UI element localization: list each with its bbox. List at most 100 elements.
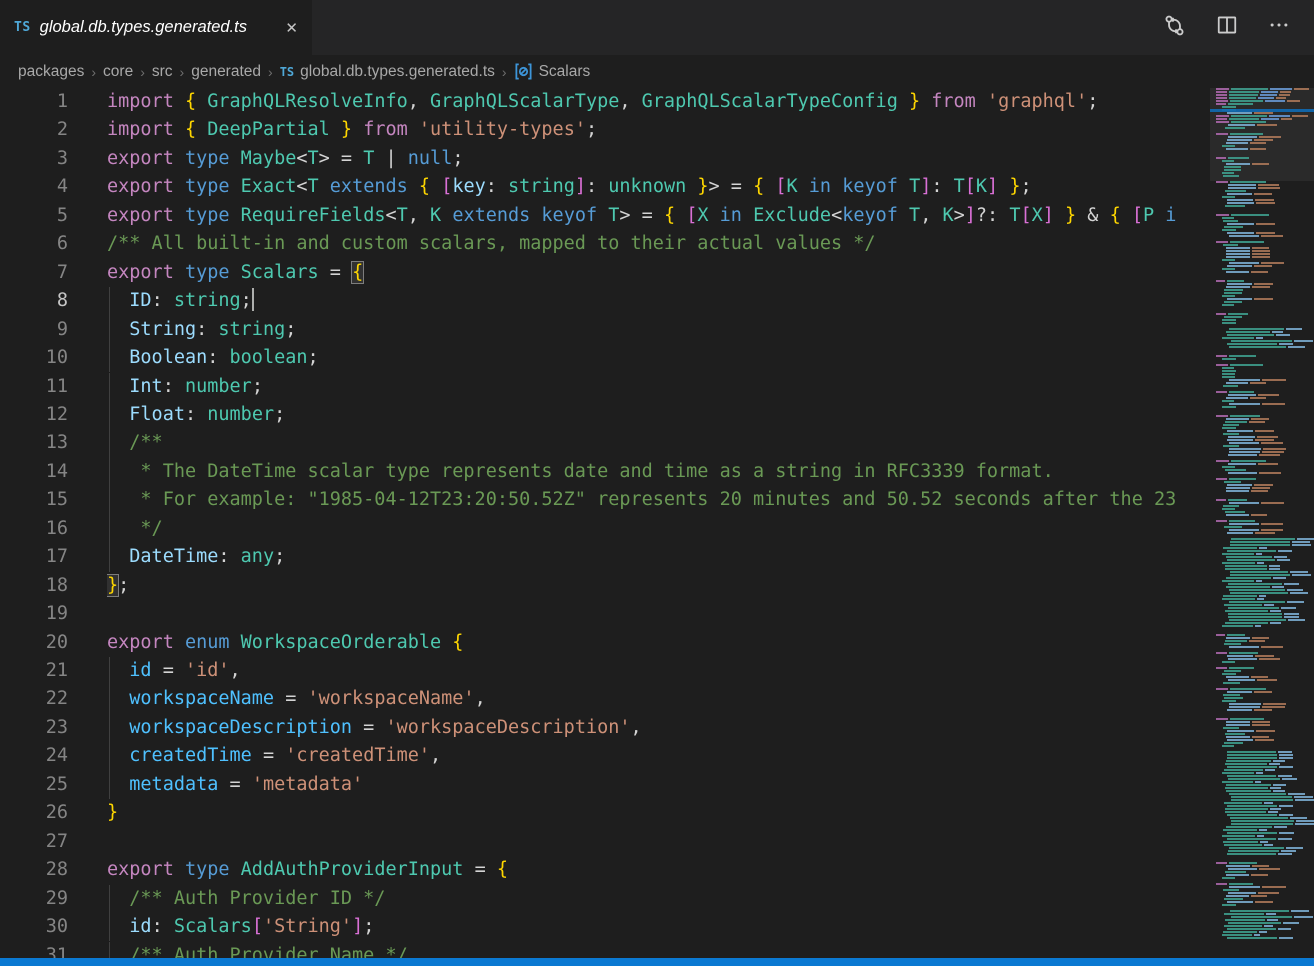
minimap-line <box>1216 223 1314 225</box>
code-line-text: * The DateTime scalar type represents da… <box>107 458 1208 486</box>
minimap-line <box>1216 181 1314 183</box>
minimap[interactable] <box>1210 88 1314 958</box>
code-line[interactable]: 20export enum WorkspaceOrderable { <box>0 629 1314 657</box>
minimap-line <box>1216 718 1314 720</box>
code-line[interactable]: 7export type Scalars = { <box>0 259 1314 287</box>
split-editor-button[interactable] <box>1216 14 1238 41</box>
minimap-line <box>1216 430 1314 432</box>
minimap-line <box>1216 88 1314 90</box>
code-line[interactable]: 24 createdTime = 'createdTime', <box>0 742 1314 770</box>
code-line[interactable]: 19 <box>0 600 1314 628</box>
line-number: 8 <box>0 287 68 315</box>
minimap-line <box>1216 607 1314 609</box>
code-line[interactable]: 26} <box>0 799 1314 827</box>
minimap-line <box>1216 904 1314 906</box>
compare-changes-icon <box>1163 14 1186 42</box>
code-line[interactable]: 3export type Maybe<T> = T | null; <box>0 145 1314 173</box>
breadcrumb-item-file[interactable]: TSglobal.db.types.generated.ts <box>280 63 495 81</box>
line-number: 21 <box>0 657 68 685</box>
code-line[interactable]: 2import { DeepPartial } from 'utility-ty… <box>0 116 1314 144</box>
code-line[interactable]: 14 * The DateTime scalar type represents… <box>0 458 1314 486</box>
minimap-line <box>1216 334 1314 336</box>
minimap-line <box>1216 676 1314 678</box>
code-line[interactable]: 31 /** Auth Provider Name */ <box>0 942 1314 959</box>
code-line-text: export type AddAuthProviderInput = { <box>107 856 1208 884</box>
minimap-line <box>1216 637 1314 639</box>
code-line[interactable]: 13 /** <box>0 429 1314 457</box>
breadcrumb-item-generated[interactable]: generated <box>191 63 261 81</box>
minimap-line <box>1216 319 1314 321</box>
code-line[interactable]: 8 ID: string; <box>0 287 1314 315</box>
minimap-line <box>1216 256 1314 258</box>
breadcrumb-item-src[interactable]: src <box>152 63 173 81</box>
code-line[interactable]: 23 workspaceDescription = 'workspaceDesc… <box>0 714 1314 742</box>
line-number: 14 <box>0 458 68 486</box>
more-actions-button[interactable] <box>1268 14 1290 41</box>
code-line[interactable]: 17 DateTime: any; <box>0 543 1314 571</box>
minimap-line <box>1216 619 1314 621</box>
code-line-text: import { GraphQLResolveInfo, GraphQLScal… <box>107 88 1208 116</box>
code-line[interactable]: 18}; <box>0 572 1314 600</box>
minimap-line <box>1216 847 1314 849</box>
code-line[interactable]: 21 id = 'id', <box>0 657 1314 685</box>
minimap-line <box>1216 586 1314 588</box>
code-line[interactable]: 10 Boolean: boolean; <box>0 344 1314 372</box>
minimap-line <box>1216 871 1314 873</box>
line-number: 5 <box>0 202 68 230</box>
code-line[interactable]: 12 Float: number; <box>0 401 1314 429</box>
minimap-line <box>1216 754 1314 756</box>
minimap-line <box>1216 520 1314 522</box>
code-line[interactable]: 16 */ <box>0 515 1314 543</box>
tab-global-db-types-generated-ts[interactable]: TS global.db.types.generated.ts ✕ <box>0 0 312 55</box>
minimap-line <box>1216 703 1314 705</box>
breadcrumb-item-symbol[interactable]: Scalars <box>514 62 591 81</box>
minimap-line <box>1216 697 1314 699</box>
minimap-line <box>1216 403 1314 405</box>
minimap-line <box>1216 289 1314 291</box>
code-line[interactable]: 6/** All built-in and custom scalars, ma… <box>0 230 1314 258</box>
code-line[interactable]: 1 import { GraphQLResolveInfo, GraphQLSca… <box>0 88 1314 116</box>
open-changes-button[interactable] <box>1163 14 1186 42</box>
minimap-line <box>1216 562 1314 564</box>
code-line[interactable]: 9 String: string; <box>0 316 1314 344</box>
line-number: 4 <box>0 173 68 201</box>
code-line-text: String: string; <box>107 316 1208 344</box>
code-line[interactable]: 4export type Exact<T extends { [key: str… <box>0 173 1314 201</box>
breadcrumb-item-packages[interactable]: packages <box>18 63 84 81</box>
minimap-line <box>1216 811 1314 813</box>
code-line[interactable]: 28export type AddAuthProviderInput = { <box>0 856 1314 884</box>
minimap-line <box>1216 343 1314 345</box>
minimap-line <box>1216 634 1314 636</box>
code-line[interactable]: 22 workspaceName = 'workspaceName', <box>0 685 1314 713</box>
minimap-line <box>1216 145 1314 147</box>
code-line-text: import { DeepPartial } from 'utility-typ… <box>107 116 1208 144</box>
ellipsis-icon <box>1268 14 1290 41</box>
code-line[interactable]: 30 id: Scalars['String']; <box>0 913 1314 941</box>
code-editor[interactable]: 1 import { GraphQLResolveInfo, GraphQLSca… <box>0 88 1314 958</box>
breadcrumb-item-core[interactable]: core <box>103 63 133 81</box>
line-number: 25 <box>0 771 68 799</box>
minimap-line <box>1216 760 1314 762</box>
minimap-line <box>1216 478 1314 480</box>
code-line[interactable]: 27 <box>0 828 1314 856</box>
breadcrumb-separator: › <box>502 64 507 80</box>
code-line-text: }; <box>107 572 1208 600</box>
code-line[interactable]: 29 /** Auth Provider ID */ <box>0 885 1314 913</box>
minimap-line <box>1216 433 1314 435</box>
minimap-line <box>1216 205 1314 207</box>
minimap-line <box>1216 625 1314 627</box>
minimap-line <box>1216 337 1314 339</box>
minimap-line <box>1216 751 1314 753</box>
code-line[interactable]: 25 metadata = 'metadata' <box>0 771 1314 799</box>
minimap-line <box>1216 775 1314 777</box>
code-line[interactable]: 5export type RequireFields<T, K extends … <box>0 202 1314 230</box>
tab-close-icon[interactable]: ✕ <box>281 17 302 39</box>
minimap-line <box>1216 331 1314 333</box>
line-number: 1 <box>0 88 68 116</box>
code-line[interactable]: 11 Int: number; <box>0 373 1314 401</box>
line-number: 30 <box>0 913 68 941</box>
code-line[interactable]: 15 * For example: "1985-04-12T23:20:50.5… <box>0 486 1314 514</box>
minimap-line <box>1216 268 1314 270</box>
minimap-line <box>1216 103 1314 105</box>
minimap-line <box>1216 454 1314 456</box>
